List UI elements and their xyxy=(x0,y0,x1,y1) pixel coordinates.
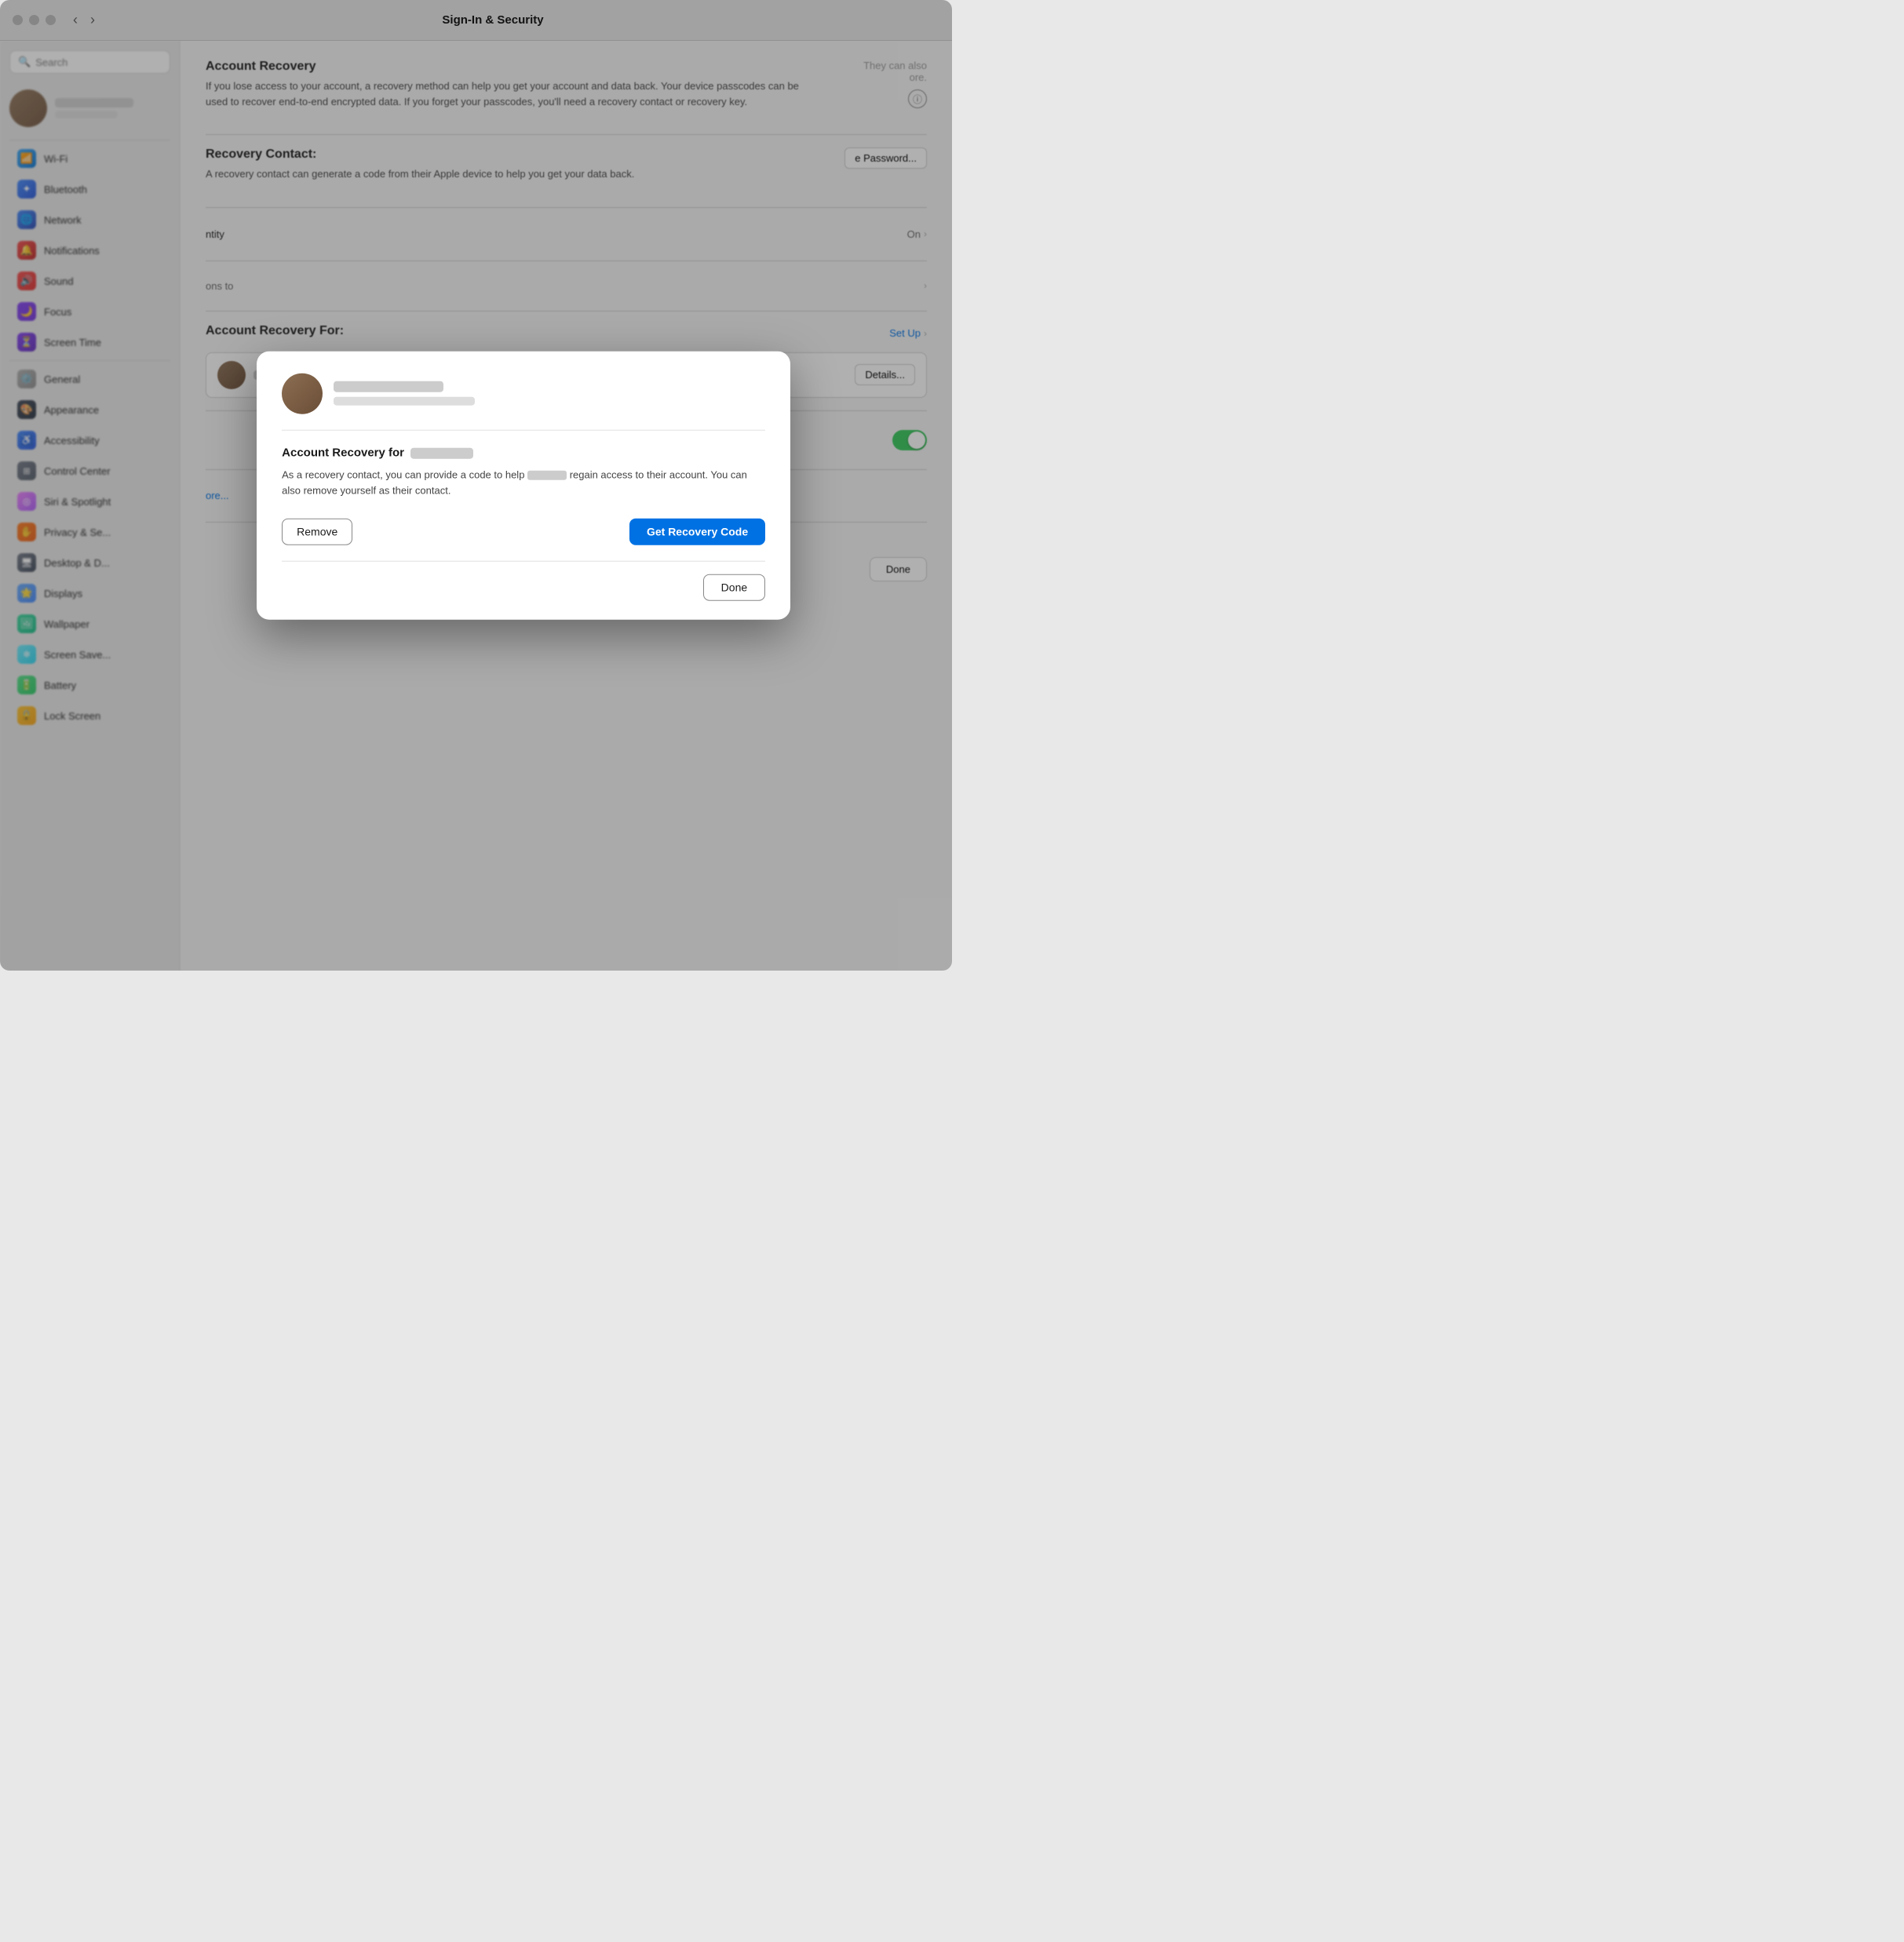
remove-button[interactable]: Remove xyxy=(282,519,352,545)
account-recovery-modal: Account Recovery for As a recovery conta… xyxy=(257,351,790,620)
modal-done-row: Done xyxy=(282,574,765,601)
modal-desc-prefix: As a recovery contact, you can provide a… xyxy=(282,468,524,480)
modal-title-prefix: Account Recovery for xyxy=(282,446,404,459)
modal-section-title: Account Recovery for xyxy=(282,446,765,459)
modal-divider xyxy=(282,561,765,562)
modal-contact-name-redacted xyxy=(334,381,443,392)
modal-body: Account Recovery for As a recovery conta… xyxy=(282,446,765,601)
modal-done-label: Done xyxy=(721,581,747,594)
get-recovery-code-label: Get Recovery Code xyxy=(647,526,748,538)
remove-label: Remove xyxy=(297,526,337,538)
modal-contact-info xyxy=(334,381,475,406)
modal-title-name-redacted xyxy=(410,447,473,458)
modal-buttons-row: Remove Get Recovery Code xyxy=(282,519,765,545)
modal-desc-name-redacted xyxy=(527,471,567,480)
modal-done-button[interactable]: Done xyxy=(703,574,765,601)
get-recovery-code-button[interactable]: Get Recovery Code xyxy=(629,519,765,545)
modal-avatar xyxy=(282,373,323,414)
modal-description: As a recovery contact, you can provide a… xyxy=(282,467,765,500)
modal-contact-section xyxy=(282,373,765,430)
modal-contact-email-redacted xyxy=(334,397,475,406)
main-window: ‹ › Sign-In & Security 🔍 📶 Wi-Fi xyxy=(0,0,952,971)
